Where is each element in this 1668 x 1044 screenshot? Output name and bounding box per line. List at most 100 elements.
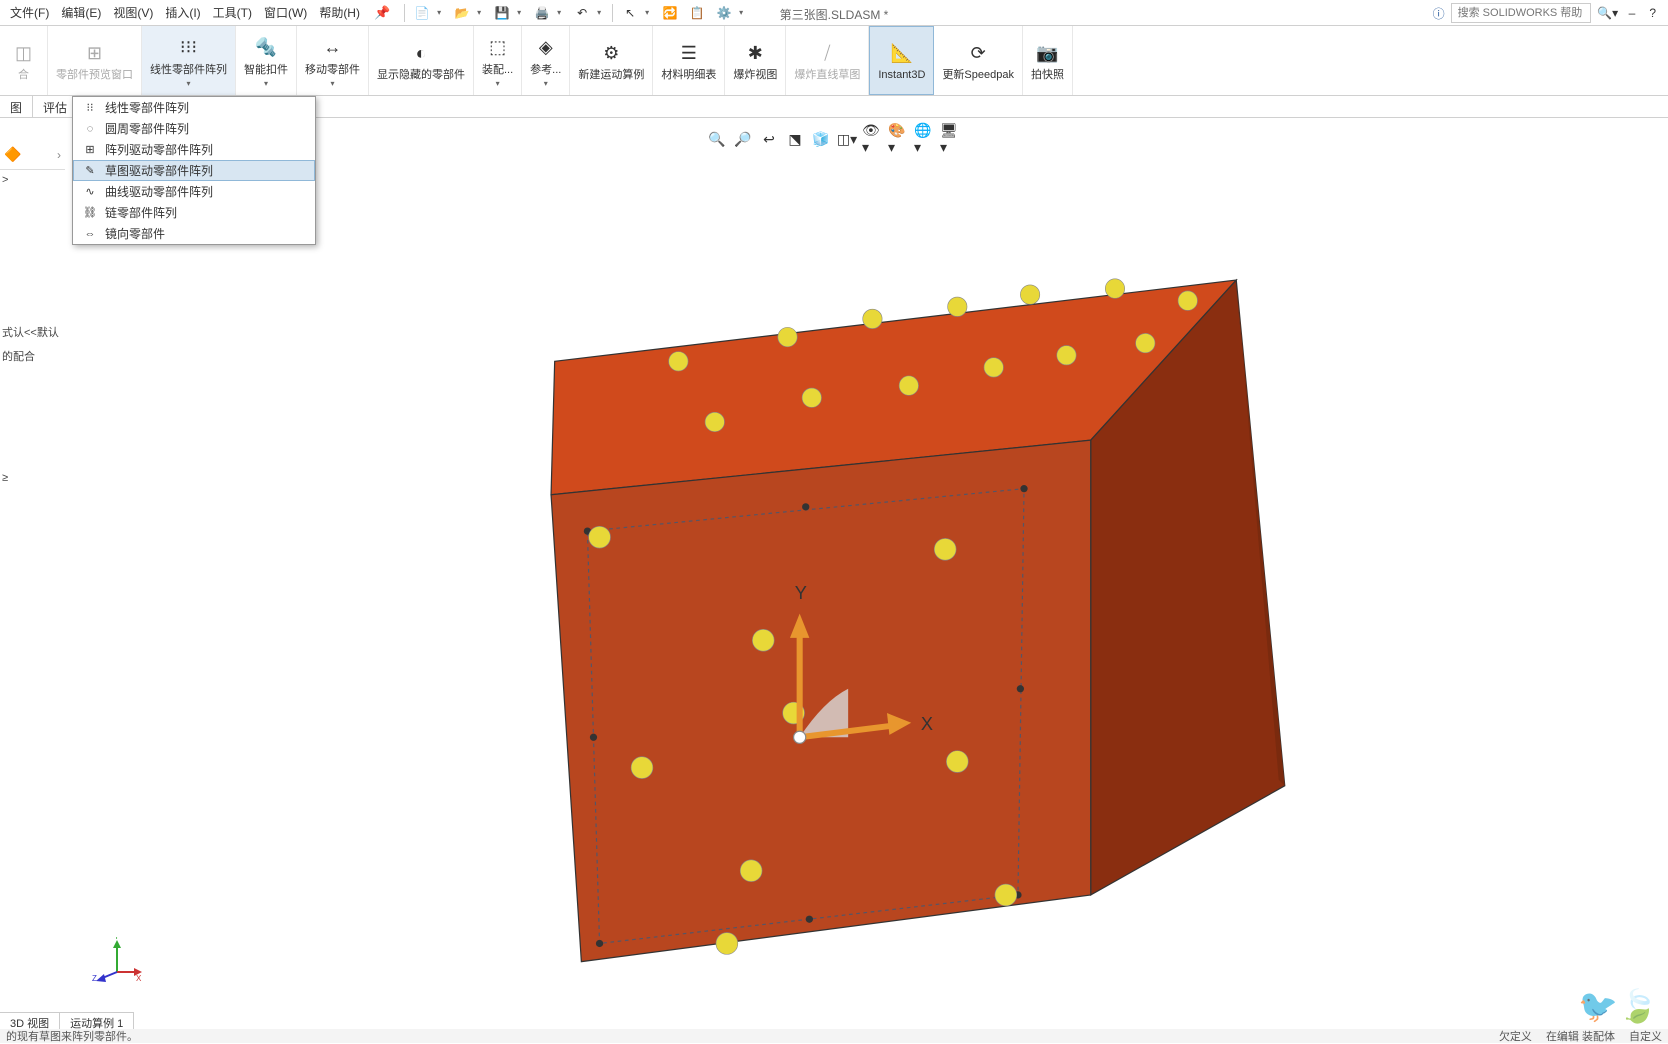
menu-circular-pattern[interactable]: ◌圆周零部件阵列	[73, 118, 315, 139]
ribbon-show-hide[interactable]: ◐显示隐藏的零部件	[369, 26, 474, 95]
menu-tools[interactable]: 工具(T)	[207, 0, 258, 25]
menu-file[interactable]: 文件(F)	[4, 0, 55, 25]
dropdown-icon[interactable]: ▾	[517, 8, 527, 17]
menu-chain-pattern[interactable]: ⛓链零部件阵列	[73, 202, 315, 223]
ribbon-motion-study[interactable]: ⚙新建运动算例	[570, 26, 653, 95]
mirror-icon: ⇔	[81, 226, 99, 242]
menu-linear-pattern[interactable]: ⁝⁝线性零部件阵列	[73, 97, 315, 118]
document-title: 第三张图.SLDASM *	[780, 6, 889, 23]
print-button[interactable]: 🖨️	[530, 2, 554, 24]
view-orientation-icon[interactable]: 🧊	[810, 128, 832, 150]
select-button[interactable]: ↖	[618, 2, 642, 24]
menu-curve-driven[interactable]: ∿曲线驱动零部件阵列	[73, 181, 315, 202]
ribbon-snapshot[interactable]: 📷拍快照	[1023, 26, 1073, 95]
dropdown-icon[interactable]: ▾	[645, 8, 655, 17]
tree-item[interactable]: 的配合	[0, 344, 65, 368]
menu-edit[interactable]: 编辑(E)	[55, 0, 107, 25]
ribbon-instant3d[interactable]: 📐Instant3D	[869, 26, 934, 95]
search-button[interactable]: 🔍▾	[1597, 2, 1619, 24]
dropdown-icon[interactable]: ▾	[597, 8, 607, 17]
help-question-icon[interactable]: ?	[1645, 6, 1660, 20]
ribbon-smart-fastener[interactable]: 🔩智能扣件▾	[236, 26, 297, 95]
status-editing: 在编辑 装配体	[1546, 1028, 1615, 1044]
tree-filter-icon[interactable]: 🔶	[4, 146, 21, 163]
menu-pattern-driven[interactable]: ⊞阵列驱动零部件阵列	[73, 139, 315, 160]
assembly-feature-icon: ⬚	[484, 34, 512, 62]
circular-pattern-icon: ◌	[81, 121, 99, 137]
svg-text:Z: Z	[92, 974, 97, 983]
ribbon-exploded-lines[interactable]: ⧸爆炸直线草图	[786, 26, 869, 95]
zoom-area-icon[interactable]: 🔎	[732, 128, 754, 150]
sketch-driven-icon: ✎	[81, 163, 99, 179]
svg-text:X: X	[921, 714, 933, 734]
tree-item[interactable]: >	[0, 170, 65, 190]
explode-lines-icon: ⧸	[813, 39, 841, 67]
settings-button[interactable]: ⚙️	[712, 2, 736, 24]
ribbon-bom[interactable]: ☰材料明细表	[653, 26, 725, 95]
move-icon: ↔	[319, 34, 347, 62]
zoom-fit-icon[interactable]: 🔍	[706, 128, 728, 150]
tree-expand-icon[interactable]: ›	[57, 148, 61, 162]
fastener-icon: 🔩	[252, 34, 280, 62]
dropdown-icon[interactable]: ▾	[437, 8, 447, 17]
status-custom[interactable]: 自定义	[1629, 1028, 1662, 1044]
ribbon-linear-pattern[interactable]: ⁝⁝⁝线性零部件阵列▾	[142, 26, 236, 95]
status-bar: 的现有草图来阵列零部件。 欠定义 在编辑 装配体 自定义	[0, 1029, 1668, 1043]
menu-insert[interactable]: 插入(I)	[159, 0, 206, 25]
options-button[interactable]: 📋	[685, 2, 709, 24]
status-hint: 的现有草图来阵列零部件。	[6, 1028, 1499, 1044]
section-view-icon[interactable]: ⬔	[784, 128, 806, 150]
menu-view[interactable]: 视图(V)	[107, 0, 159, 25]
dropdown-icon: ▾	[186, 79, 190, 88]
speedpak-icon: ⟳	[964, 39, 992, 67]
undo-button[interactable]: ↶	[570, 2, 594, 24]
tab-view[interactable]: 图	[0, 96, 33, 117]
open-button[interactable]: 📂	[450, 2, 474, 24]
hide-show-icon[interactable]: 👁▾	[862, 128, 884, 150]
minimize-icon[interactable]: –	[1625, 6, 1640, 20]
menu-help[interactable]: 帮助(H)	[313, 0, 366, 25]
curve-driven-icon: ∿	[81, 184, 99, 200]
orientation-triad[interactable]: Y X Z	[92, 937, 142, 987]
search-area: ⓘ 🔍▾ – ?	[1433, 2, 1660, 24]
pattern-icon: ⁝⁝⁝	[175, 34, 203, 62]
previous-view-icon[interactable]: ↩	[758, 128, 780, 150]
assembly-icon: ◫	[10, 39, 38, 67]
search-input[interactable]	[1451, 3, 1591, 23]
ribbon-assembly-features[interactable]: ⬚装配...▾	[474, 26, 522, 95]
save-button[interactable]: 💾	[490, 2, 514, 24]
visibility-icon: ◐	[407, 39, 435, 67]
ribbon-move-component[interactable]: ↔移动零部件▾	[297, 26, 369, 95]
help-icon[interactable]: ⓘ	[1433, 5, 1445, 22]
ribbon-update-speedpak[interactable]: ⟳更新Speedpak	[934, 26, 1023, 95]
new-button[interactable]: 📄	[410, 2, 434, 24]
ribbon-reference[interactable]: ◈参考...▾	[522, 26, 570, 95]
dropdown-icon[interactable]: ▾	[477, 8, 487, 17]
dropdown-icon[interactable]: ▾	[557, 8, 567, 17]
svg-text:Y: Y	[795, 583, 807, 603]
view-settings-icon[interactable]: 🖥▾	[940, 128, 962, 150]
tree-item[interactable]: 式认<<默认	[0, 320, 65, 344]
tree-item[interactable]: ≥	[0, 468, 65, 488]
display-style-icon[interactable]: ◫▾	[836, 128, 858, 150]
pattern-driven-icon: ⊞	[81, 142, 99, 158]
quick-access-toolbar: 📄▾ 📂▾ 💾▾ 🖨️▾ ↶▾ ↖▾ 🔁 📋 ⚙️▾	[402, 2, 749, 24]
edit-appearance-icon[interactable]: 🎨▾	[888, 128, 910, 150]
3d-viewport[interactable]: Y X Y X Z	[72, 118, 1668, 1017]
ribbon-preview-window[interactable]: ⊞零部件预览窗口	[48, 26, 142, 95]
menu-window[interactable]: 窗口(W)	[258, 0, 313, 25]
motion-icon: ⚙	[597, 39, 625, 67]
decoration-icon: 🐦🍃	[1578, 987, 1658, 1025]
menu-bar: 文件(F) 编辑(E) 视图(V) 插入(I) 工具(T) 窗口(W) 帮助(H…	[0, 0, 1668, 26]
rebuild-button[interactable]: 🔁	[658, 2, 682, 24]
dropdown-icon[interactable]: ▾	[739, 8, 749, 17]
ribbon-assemble[interactable]: ◫合	[0, 26, 48, 95]
model-canvas: Y X	[72, 118, 1668, 1017]
pin-icon[interactable]: 📌	[374, 5, 390, 21]
ribbon-exploded-view[interactable]: ✱爆炸视图	[725, 26, 786, 95]
svg-text:X: X	[136, 974, 142, 983]
menu-mirror[interactable]: ⇔镜向零部件	[73, 223, 315, 244]
menu-sketch-driven[interactable]: ✎草图驱动零部件阵列	[73, 160, 315, 181]
apply-scene-icon[interactable]: 🌐▾	[914, 128, 936, 150]
pattern-dropdown-menu: ⁝⁝线性零部件阵列 ◌圆周零部件阵列 ⊞阵列驱动零部件阵列 ✎草图驱动零部件阵列…	[72, 96, 316, 245]
